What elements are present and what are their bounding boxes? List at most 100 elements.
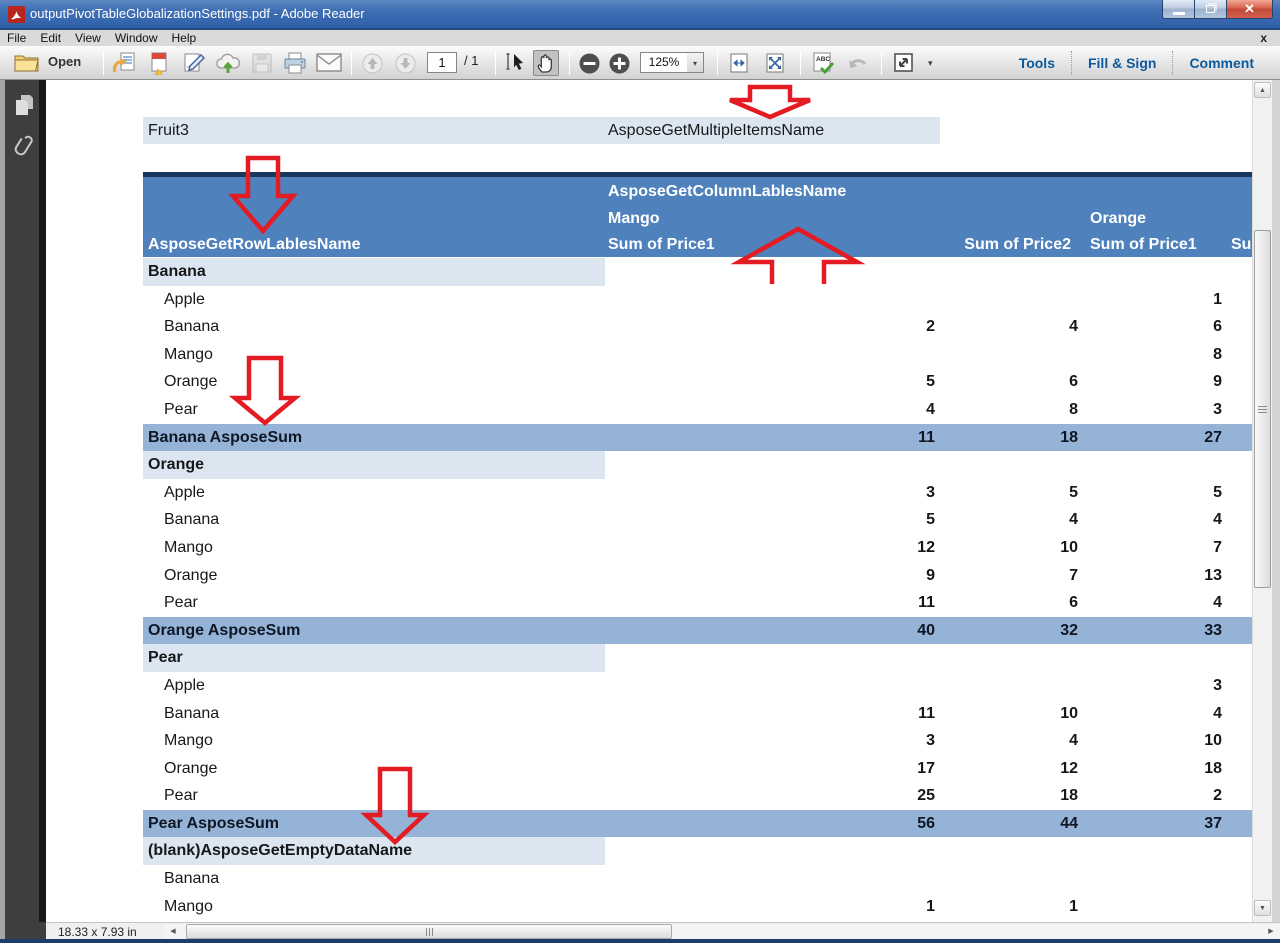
spellcheck-abc-button[interactable]: ABC xyxy=(810,50,836,76)
next-page-button[interactable] xyxy=(392,50,418,76)
fit-width-button[interactable] xyxy=(726,50,752,76)
cell-value: 7 xyxy=(1083,534,1225,562)
pivot-row-group: Orange xyxy=(143,451,1252,479)
fill-sign-link[interactable]: Fill & Sign xyxy=(1072,55,1172,71)
menu-edit[interactable]: Edit xyxy=(33,30,68,46)
menu-file[interactable]: File xyxy=(0,30,33,46)
cell-value: 5 xyxy=(605,506,940,534)
select-tool-icon xyxy=(504,51,528,75)
cell-value: 5 xyxy=(605,368,940,396)
save-file-button[interactable] xyxy=(249,50,275,76)
attachments-paperclip-icon[interactable] xyxy=(12,132,36,162)
cell-value xyxy=(1225,810,1252,838)
vertical-scroll-thumb[interactable] xyxy=(1254,230,1271,588)
pivot-row-detail: Orange171218 xyxy=(143,755,1252,783)
zoom-out-button[interactable] xyxy=(576,50,602,76)
pivot-row-detail: Mango8 xyxy=(143,341,1252,369)
page-thumbnails-icon[interactable] xyxy=(12,92,36,118)
close-button[interactable]: ✕ xyxy=(1227,0,1273,19)
pdf-page: Fruit3 AsposeGetMultipleItemsName Aspose… xyxy=(46,80,1252,922)
page-number-input[interactable]: 1 xyxy=(427,52,457,73)
row-label: Banana xyxy=(143,313,605,341)
open-button[interactable]: Open xyxy=(14,50,81,72)
zoom-level-input[interactable]: 125% xyxy=(640,52,688,73)
cell-value: 4 xyxy=(1083,700,1225,728)
vertical-scrollbar[interactable]: ▲ ▼ xyxy=(1252,80,1272,922)
cell-value: 1 xyxy=(605,893,940,921)
row-label: Apple xyxy=(143,479,605,507)
print-button[interactable] xyxy=(282,50,308,76)
row-label: Banana xyxy=(143,700,605,728)
column-labels-title: AsposeGetColumnLablesName xyxy=(605,178,940,205)
cell-value: 56 xyxy=(605,810,940,838)
row-label: Pear xyxy=(143,589,605,617)
pane-divider[interactable] xyxy=(39,80,46,938)
row-label: Orange AsposeSum xyxy=(143,617,605,645)
tools-link[interactable]: Tools xyxy=(1003,55,1071,71)
menu-window[interactable]: Window xyxy=(108,30,165,46)
cell-value: 6 xyxy=(940,589,1083,617)
undo-button[interactable] xyxy=(845,50,871,76)
cloud-upload-button[interactable] xyxy=(215,50,241,76)
hand-tool-button[interactable] xyxy=(533,50,559,76)
cell-value: 6 xyxy=(1083,313,1225,341)
close-document-icon[interactable]: x xyxy=(1260,30,1267,46)
previous-page-button[interactable] xyxy=(359,50,385,76)
window-title: outputPivotTableGlobalizationSettings.pd… xyxy=(30,0,365,28)
horizontal-scroll-thumb[interactable] xyxy=(186,924,672,939)
pivot-header: AsposeGetColumnLablesName Mango Orange A… xyxy=(143,172,1252,257)
cell-value: 13 xyxy=(1083,562,1225,590)
cell-value: 27 xyxy=(1083,424,1225,452)
scroll-right-button[interactable]: ▶ xyxy=(1264,925,1278,938)
email-button[interactable] xyxy=(316,50,342,76)
zoom-dropdown-button[interactable]: ▾ xyxy=(687,52,704,73)
cell-value xyxy=(605,672,940,700)
cell-value: 4 xyxy=(1083,589,1225,617)
scroll-up-button[interactable]: ▲ xyxy=(1254,82,1271,98)
scroll-down-button[interactable]: ▼ xyxy=(1254,900,1271,916)
pivot-row-sum: Pear AsposeSum564437 xyxy=(143,810,1252,838)
scroll-left-button[interactable]: ◀ xyxy=(166,925,180,938)
cell-value: 8 xyxy=(940,396,1083,424)
zoom-in-button[interactable] xyxy=(606,50,632,76)
sidebar-bottom xyxy=(0,922,46,939)
toolbar-overflow-caret[interactable]: ▾ xyxy=(928,58,933,69)
cell-value xyxy=(605,865,940,893)
restore-button[interactable] xyxy=(1195,0,1227,19)
cell-value xyxy=(940,341,1083,369)
menu-help[interactable]: Help xyxy=(165,30,204,46)
menu-view[interactable]: View xyxy=(68,30,108,46)
page-total-label: / 1 xyxy=(464,53,478,68)
cell-value xyxy=(1083,865,1225,893)
fit-page-button[interactable] xyxy=(762,50,788,76)
filter-field-label: Fruit3 xyxy=(143,117,605,144)
row-label: Pear xyxy=(143,782,605,810)
pivot-rows: BananaApple1Banana246Mango8Orange569Pear… xyxy=(143,258,1252,920)
create-pdf-button[interactable] xyxy=(146,50,172,76)
title-bar: outputPivotTableGlobalizationSettings.pd… xyxy=(0,0,1280,30)
cell-value: 4 xyxy=(940,727,1083,755)
cell-value: 3 xyxy=(1083,672,1225,700)
comment-link[interactable]: Comment xyxy=(1173,55,1270,71)
row-label: Mango xyxy=(143,893,605,921)
cell-value: 6 xyxy=(940,368,1083,396)
cell-value xyxy=(940,837,1083,865)
select-tool-button[interactable] xyxy=(503,50,529,76)
minimize-button[interactable] xyxy=(1162,0,1195,19)
navigation-sidebar xyxy=(5,80,39,938)
cell-value: 5 xyxy=(1083,479,1225,507)
cell-value xyxy=(940,451,1083,479)
cell-value xyxy=(1083,644,1225,672)
cell-value xyxy=(1225,368,1252,396)
fullscreen-button[interactable] xyxy=(891,50,917,76)
pivot-row-sum: Orange AsposeSum403233 xyxy=(143,617,1252,645)
cell-value: 11 xyxy=(605,424,940,452)
export-pdf-button[interactable] xyxy=(111,50,137,76)
fullscreen-icon xyxy=(892,51,916,75)
cell-value xyxy=(1225,396,1252,424)
cell-value: 37 xyxy=(1083,810,1225,838)
sign-document-button[interactable] xyxy=(181,50,207,76)
cell-value xyxy=(1225,506,1252,534)
horizontal-scrollbar[interactable]: ◀ ▶ xyxy=(164,924,1280,939)
cell-value: 18 xyxy=(1083,755,1225,783)
